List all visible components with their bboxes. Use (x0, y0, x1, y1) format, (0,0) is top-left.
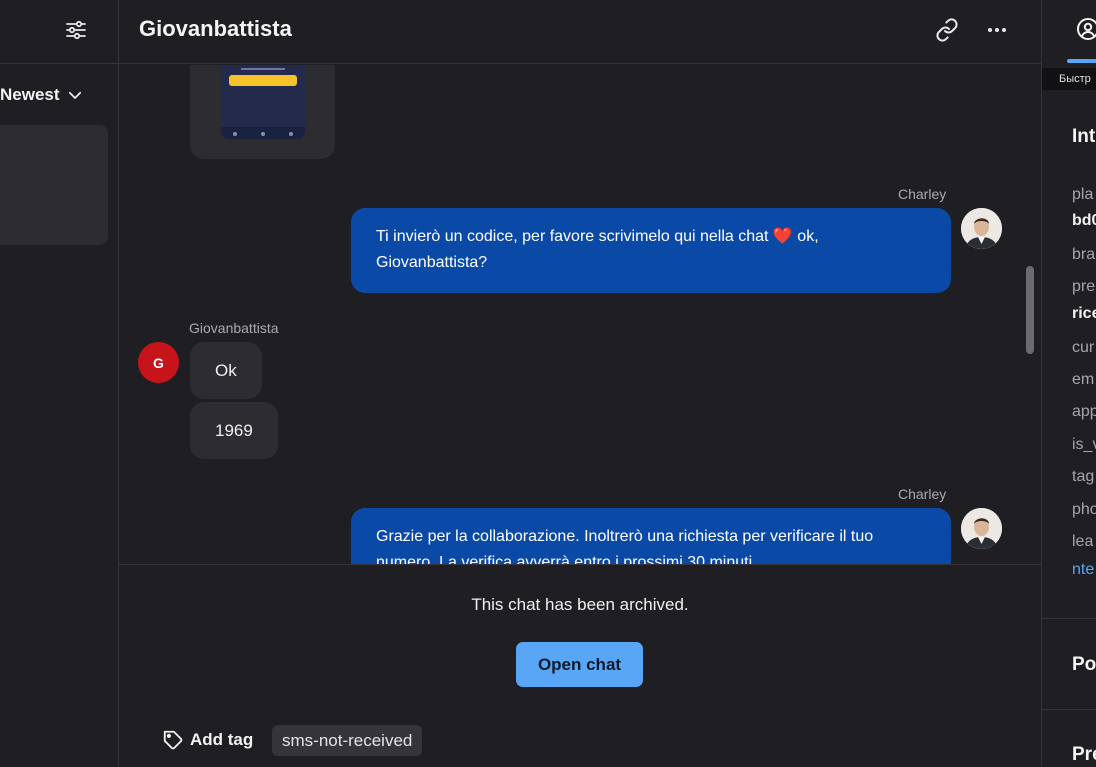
field-key: is_v (1072, 436, 1096, 453)
section-title[interactable]: Pre (1072, 744, 1096, 766)
archived-notice: This chat has been archived. (471, 595, 689, 614)
message-bubble-incoming: Ok (190, 342, 262, 399)
filter-sliders-icon[interactable] (64, 18, 88, 42)
message-sender: Giovanbattista (189, 320, 279, 336)
field-key: tag (1072, 468, 1095, 485)
add-tag-label: Add tag (190, 730, 254, 749)
conversation-card-selected[interactable] (0, 125, 108, 245)
phone-screenshot-image (221, 65, 305, 139)
user-profile-icon[interactable] (1076, 17, 1096, 41)
field-key: pho (1072, 501, 1096, 518)
chat-contact-name: Giovanbattista (139, 16, 292, 41)
field-key: pla (1072, 186, 1094, 203)
sort-label: Newest (0, 85, 60, 104)
section-title[interactable]: Po (1072, 654, 1096, 676)
divider (1042, 618, 1096, 619)
conversation-list-header (0, 0, 118, 64)
tag-icon (163, 730, 183, 750)
field-key: app (1072, 403, 1096, 420)
sort-dropdown[interactable]: Newest (0, 84, 84, 106)
section-title: Int (1072, 126, 1096, 147)
message-bubble-outgoing: Ti invierò un codice, per favore scrivim… (351, 208, 951, 293)
message-list: Charley Ti invierò un codice, per favore… (119, 65, 1041, 564)
divider (1042, 709, 1096, 710)
open-chat-button[interactable]: Open chat (516, 642, 643, 687)
message-list-scrollbar[interactable] (1026, 266, 1034, 354)
quick-replies-bar[interactable]: Быстр (1042, 68, 1096, 90)
more-options-icon[interactable] (985, 18, 1009, 42)
agent-avatar (961, 508, 1002, 549)
active-tab-indicator (1067, 59, 1096, 63)
contact-info-panel: Быстр Int pla bd0 bra pre rice cur em ap… (1041, 0, 1096, 767)
contact-avatar: G (138, 342, 179, 383)
link-icon[interactable] (935, 18, 959, 42)
field-value: rice (1072, 305, 1096, 322)
app-window: Newest Giovanbattista Charley Ti invierò… (0, 0, 1096, 767)
tag-chip[interactable]: sms-not-received (272, 725, 423, 756)
field-key: em (1072, 371, 1095, 388)
message-bubble-outgoing: Grazie per la collaborazione. Inoltrerò … (351, 508, 951, 564)
field-value: bd0 (1072, 212, 1096, 229)
info-tabbar (1042, 0, 1096, 64)
image-attachment[interactable] (190, 65, 335, 159)
field-key: cur (1072, 339, 1095, 356)
message-sender: Charley (898, 486, 947, 502)
message-bubble-incoming: 1969 (190, 402, 278, 459)
field-link[interactable]: nte (1072, 561, 1094, 579)
add-tag-button[interactable]: Add tag (162, 729, 253, 751)
archived-footer: This chat has been archived. Open chat A… (119, 564, 1041, 767)
field-key: lea (1072, 533, 1094, 550)
chat-panel: Giovanbattista Charley Ti invierò un cod… (119, 0, 1041, 767)
conversation-list-panel: Newest (0, 0, 119, 767)
chat-header: Giovanbattista (119, 0, 1041, 64)
chevron-down-icon (68, 91, 81, 99)
message-sender: Charley (898, 186, 947, 202)
agent-avatar (961, 208, 1002, 249)
field-key: pre (1072, 278, 1096, 295)
quick-label: Быстр (1059, 73, 1091, 85)
field-key: bra (1072, 246, 1096, 263)
